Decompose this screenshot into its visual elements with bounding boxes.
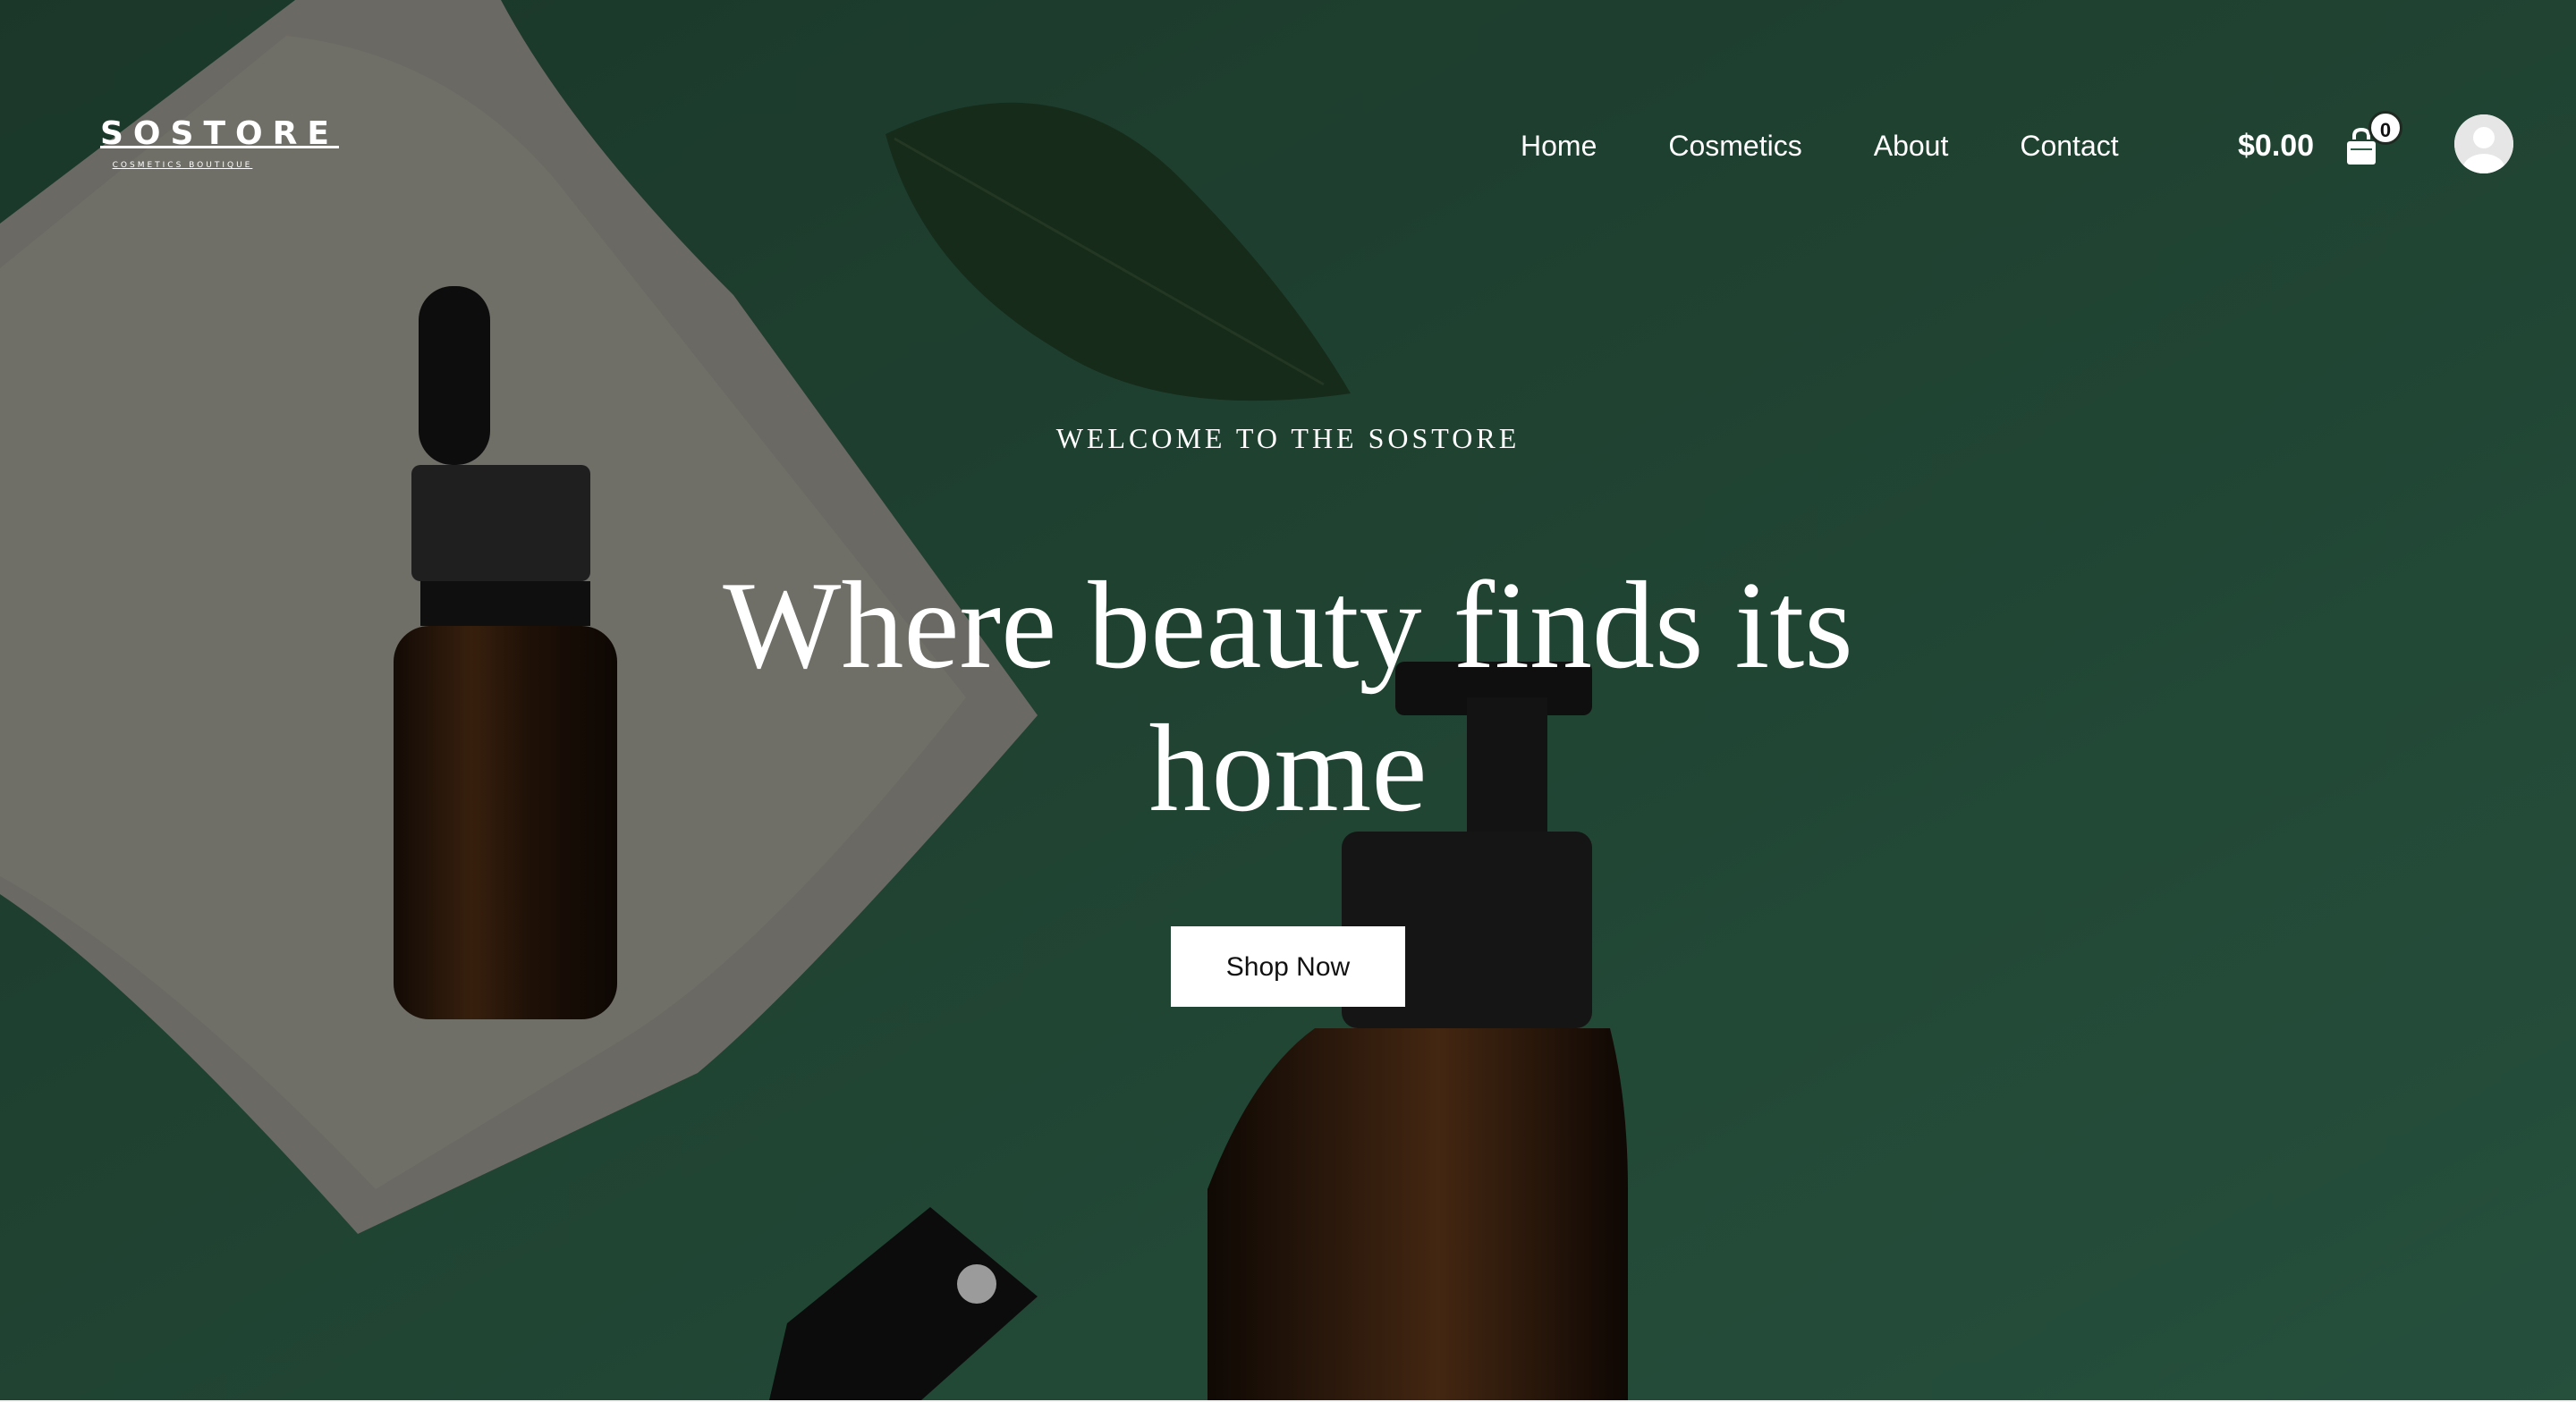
user-avatar-icon[interactable] xyxy=(2454,114,2513,173)
nav-item-home[interactable]: Home xyxy=(1521,125,1597,166)
hero-content: WELCOME TO THE SOSTORE Where beauty find… xyxy=(572,420,2004,1007)
nav-item-contact[interactable]: Contact xyxy=(2020,125,2118,166)
cart-count-badge: 0 xyxy=(2368,111,2402,145)
brand-name: SOSTORE xyxy=(100,115,339,152)
cart-total[interactable]: $0.00 xyxy=(2238,125,2314,166)
site-header: SOSTORE COSMETICS BOUTIQUE Home Cosmetic… xyxy=(0,0,2576,295)
main-nav: Home Cosmetics About Contact xyxy=(1521,125,2190,166)
brand-logo[interactable]: SOSTORE COSMETICS BOUTIQUE xyxy=(93,115,339,179)
hero-headline: Where beauty finds its home xyxy=(723,556,1853,838)
nav-item-about[interactable]: About xyxy=(1874,125,1949,166)
brand-tagline: COSMETICS BOUTIQUE xyxy=(112,161,253,170)
hero-section: SOSTORE COSMETICS BOUTIQUE Home Cosmetic… xyxy=(0,0,2576,1400)
hero-eyebrow: WELCOME TO THE SOSTORE xyxy=(1055,422,1521,454)
nav-item-cosmetics[interactable]: Cosmetics xyxy=(1668,125,1801,166)
shop-now-button[interactable]: Shop Now xyxy=(1171,926,1405,1007)
